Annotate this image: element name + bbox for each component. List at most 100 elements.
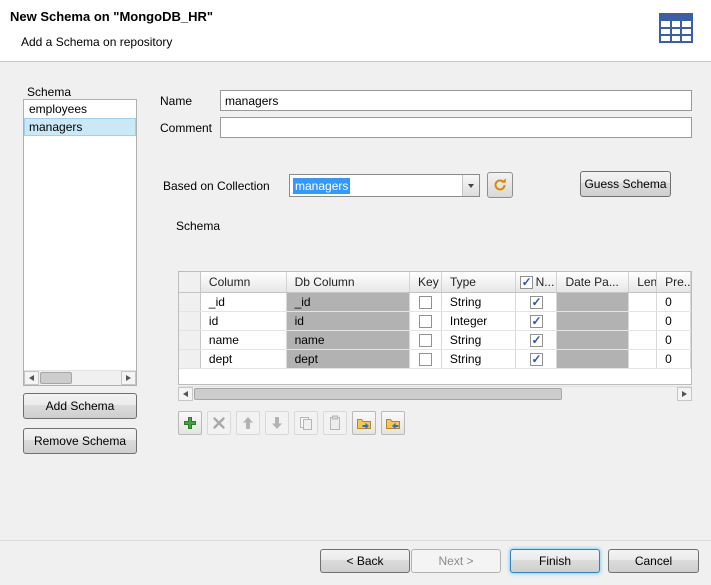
- nullable-checkbox[interactable]: [530, 353, 543, 366]
- cell-date-pattern: [557, 331, 629, 349]
- cell-db-column: _id: [287, 293, 411, 311]
- scrollbar-thumb[interactable]: [40, 372, 72, 384]
- cell-key: [410, 331, 442, 349]
- column-header-key: Key: [410, 272, 442, 292]
- combobox-dropdown-button[interactable]: [462, 175, 479, 196]
- nullable-checkbox[interactable]: [530, 315, 543, 328]
- remove-column-button: [207, 411, 231, 435]
- back-button[interactable]: < Back: [320, 549, 410, 573]
- add-column-button[interactable]: [178, 411, 202, 435]
- nullable-header-text: N...: [536, 275, 555, 289]
- key-checkbox[interactable]: [419, 334, 432, 347]
- cell-type[interactable]: String: [442, 293, 516, 311]
- new-schema-dialog: New Schema on "MongoDB_HR" Add a Schema …: [0, 0, 711, 585]
- scroll-left-button[interactable]: [178, 387, 193, 401]
- table-hscrollbar[interactable]: [178, 386, 692, 401]
- copy-icon: [298, 415, 314, 431]
- export-schema-button[interactable]: [381, 411, 405, 435]
- cell-precision[interactable]: 0: [657, 331, 691, 349]
- nullable-checkbox[interactable]: [530, 296, 543, 309]
- collection-combobox[interactable]: managers: [289, 174, 480, 197]
- cell-precision[interactable]: 0: [657, 293, 691, 311]
- add-schema-button[interactable]: Add Schema: [23, 393, 137, 419]
- schema-list: employees managers: [23, 99, 137, 386]
- triangle-right-icon: [682, 391, 687, 397]
- scrollbar-track[interactable]: [193, 387, 677, 401]
- row-header-cell[interactable]: [179, 350, 201, 368]
- nullable-checkbox[interactable]: [530, 334, 543, 347]
- key-checkbox[interactable]: [419, 315, 432, 328]
- column-header-type: Type: [442, 272, 516, 292]
- page-subtitle: Add a Schema on repository: [21, 35, 172, 49]
- cell-precision[interactable]: 0: [657, 350, 691, 368]
- footer-separator: [0, 540, 711, 541]
- schema-table-label: Schema: [176, 219, 220, 233]
- column-header-precision: Pre...: [657, 272, 691, 292]
- scrollbar-thumb[interactable]: [194, 388, 562, 400]
- row-header-cell[interactable]: [179, 312, 201, 330]
- cell-key: [410, 312, 442, 330]
- cell-length[interactable]: [629, 331, 657, 349]
- table-row: _id _id String 0: [179, 293, 691, 312]
- cell-key: [410, 293, 442, 311]
- move-up-button: [236, 411, 260, 435]
- row-header-cell[interactable]: [179, 331, 201, 349]
- key-checkbox[interactable]: [419, 353, 432, 366]
- page-title: New Schema on "MongoDB_HR": [10, 9, 213, 24]
- cell-precision[interactable]: 0: [657, 312, 691, 330]
- column-header-nullable: N...: [516, 272, 558, 292]
- cell-length[interactable]: [629, 293, 657, 311]
- paste-column-button: [323, 411, 347, 435]
- paste-icon: [327, 415, 343, 431]
- name-label: Name: [160, 94, 192, 108]
- cell-key: [410, 350, 442, 368]
- header-corner-cell: [179, 272, 201, 292]
- cell-db-column: id: [287, 312, 411, 330]
- column-header-column: Column: [201, 272, 287, 292]
- cancel-button[interactable]: Cancel: [608, 549, 699, 573]
- import-folder-icon: [356, 415, 372, 431]
- table-header-row: Column Db Column Key Type N... Date Pa..…: [179, 272, 691, 293]
- schema-list-label: Schema: [27, 85, 71, 99]
- cell-type[interactable]: Integer: [442, 312, 516, 330]
- list-hscrollbar[interactable]: [24, 370, 136, 385]
- select-all-nullable-checkbox[interactable]: [520, 276, 533, 289]
- cell-column[interactable]: dept: [201, 350, 287, 368]
- cell-nullable: [516, 331, 558, 349]
- cell-length[interactable]: [629, 350, 657, 368]
- scroll-right-button[interactable]: [121, 371, 136, 385]
- finish-button[interactable]: Finish: [510, 549, 600, 573]
- remove-schema-button[interactable]: Remove Schema: [23, 428, 137, 454]
- column-header-db-column: Db Column: [287, 272, 410, 292]
- move-down-button: [265, 411, 289, 435]
- cell-type[interactable]: String: [442, 331, 516, 349]
- cell-db-column: name: [287, 331, 411, 349]
- cell-type[interactable]: String: [442, 350, 516, 368]
- cell-column[interactable]: id: [201, 312, 287, 330]
- comment-label: Comment: [160, 121, 212, 135]
- scroll-right-button[interactable]: [677, 387, 692, 401]
- cell-date-pattern: [557, 293, 629, 311]
- chevron-down-icon: [468, 184, 474, 188]
- name-field[interactable]: [220, 90, 692, 111]
- column-header-length: Len...: [629, 272, 657, 292]
- table-row: name name String 0: [179, 331, 691, 350]
- list-item-employees[interactable]: employees: [24, 100, 136, 118]
- table-row: id id Integer 0: [179, 312, 691, 331]
- refresh-collections-button[interactable]: [487, 172, 513, 198]
- row-header-cell[interactable]: [179, 293, 201, 311]
- cell-column[interactable]: name: [201, 331, 287, 349]
- scroll-left-button[interactable]: [24, 371, 39, 385]
- list-item-managers[interactable]: managers: [24, 118, 136, 136]
- comment-field[interactable]: [220, 117, 692, 138]
- scrollbar-track[interactable]: [39, 371, 121, 385]
- guess-schema-button[interactable]: Guess Schema: [580, 171, 671, 197]
- schema-table-icon: [659, 13, 693, 46]
- table-row: dept dept String 0: [179, 350, 691, 369]
- cell-column[interactable]: _id: [201, 293, 287, 311]
- export-folder-icon: [385, 415, 401, 431]
- delete-x-icon: [211, 415, 227, 431]
- import-schema-button[interactable]: [352, 411, 376, 435]
- key-checkbox[interactable]: [419, 296, 432, 309]
- cell-length[interactable]: [629, 312, 657, 330]
